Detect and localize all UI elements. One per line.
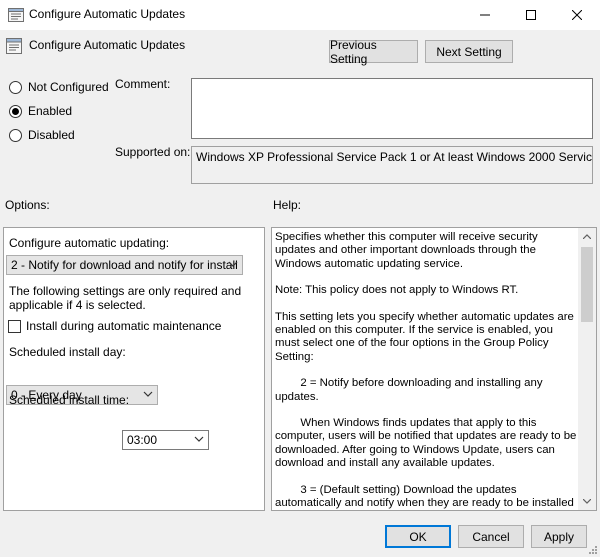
scroll-thumb[interactable]: [581, 247, 593, 322]
install-time-dropdown[interactable]: 03:00: [122, 430, 209, 450]
maintenance-checkbox-row[interactable]: Install during automatic maintenance: [8, 319, 221, 333]
dropdown-value: 03:00: [127, 433, 158, 447]
chevron-down-icon: [194, 436, 204, 442]
supported-on-label: Supported on:: [115, 145, 191, 159]
help-text: Specifies whether this computer will rec…: [275, 231, 577, 509]
comment-label: Comment:: [115, 77, 171, 91]
resize-grip-icon[interactable]: [588, 545, 598, 555]
close-icon: [572, 10, 582, 20]
radio-label: Not Configured: [28, 80, 109, 94]
configure-updating-label: Configure automatic updating:: [9, 236, 170, 250]
maximize-icon: [526, 10, 536, 20]
install-day-label: Scheduled install day:: [9, 345, 126, 359]
radio-not-configured[interactable]: Not Configured: [9, 80, 109, 94]
policy-settings-icon: [8, 8, 24, 22]
supported-on-field[interactable]: Windows XP Professional Service Pack 1 o…: [191, 146, 593, 184]
chevron-down-icon: [228, 261, 238, 267]
maintenance-label: Install during automatic maintenance: [26, 319, 222, 333]
configure-updating-dropdown[interactable]: 2 - Notify for download and notify for i…: [6, 255, 243, 275]
radio-label: Disabled: [28, 128, 75, 142]
policy-title: Configure Automatic Updates: [29, 38, 186, 52]
window-title: Configure Automatic Updates: [29, 7, 186, 21]
help-panel: Specifies whether this computer will rec…: [271, 227, 597, 511]
minimize-button[interactable]: [462, 0, 508, 30]
scroll-down-button[interactable]: [578, 493, 596, 510]
radio-enabled[interactable]: Enabled: [9, 104, 72, 118]
close-button[interactable]: [554, 0, 600, 30]
help-heading: Help:: [273, 198, 302, 212]
dropdown-value: 2 - Notify for download and notify for i…: [11, 258, 238, 272]
options-heading: Options:: [5, 198, 50, 212]
chevron-down-icon: [143, 391, 153, 397]
install-time-label: Scheduled install time:: [9, 393, 130, 407]
cancel-button[interactable]: Cancel: [458, 525, 524, 548]
radio-circle[interactable]: [9, 128, 22, 142]
minimize-icon: [480, 14, 490, 16]
settings-note: The following settings are only required…: [9, 284, 242, 312]
comment-field[interactable]: [191, 78, 593, 139]
policy-icon: [6, 38, 22, 54]
apply-button[interactable]: Apply: [531, 525, 587, 548]
ok-button[interactable]: OK: [385, 525, 451, 548]
chevron-up-icon: [583, 234, 591, 239]
maintenance-checkbox[interactable]: [8, 319, 21, 333]
radio-circle[interactable]: [9, 80, 22, 94]
previous-setting-button[interactable]: Previous Setting: [329, 38, 418, 66]
next-setting-button[interactable]: Next Setting: [425, 40, 513, 63]
scroll-up-button[interactable]: [578, 228, 596, 245]
maximize-button[interactable]: [508, 0, 554, 30]
chevron-down-icon: [583, 499, 591, 504]
radio-label: Enabled: [28, 104, 73, 118]
radio-disabled[interactable]: Disabled: [9, 128, 75, 142]
radio-circle[interactable]: [9, 104, 22, 118]
